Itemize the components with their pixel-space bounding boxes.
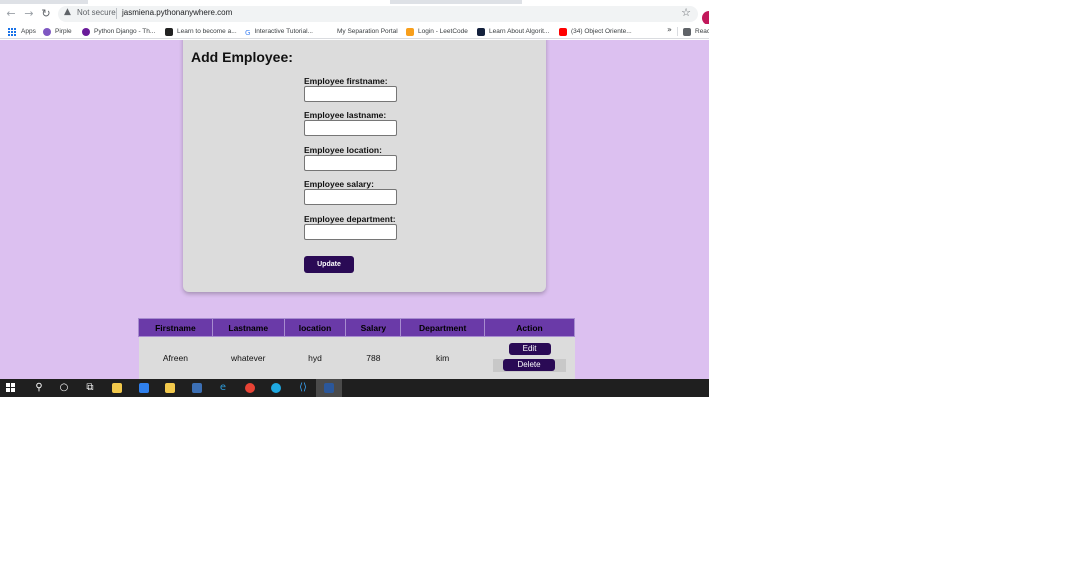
bookmark-label: Reac [695,28,709,35]
windows-start-icon[interactable] [5,382,17,394]
bookmark-freecodecamp[interactable]: Learn to become a... [165,26,237,37]
edge-icon[interactable] [270,382,282,394]
search-icon[interactable]: ⚲ [33,382,45,394]
forward-icon[interactable]: → [22,7,36,21]
google-icon: G [245,28,251,37]
location-input[interactable] [304,155,397,171]
security-label[interactable]: Not secure [77,8,116,17]
bookmark-reading-list[interactable]: Reac [683,26,709,37]
bookmark-label: Learn About Algorit... [489,28,550,35]
bookmark-label: Python Django - Th... [94,28,156,35]
cell-salary: 788 [345,336,401,379]
chrome-icon[interactable] [244,382,256,394]
cell-department: kim [400,336,485,379]
bookmark-youtube[interactable]: (34) Object Oriente... [559,26,632,37]
firstname-label: Employee firstname: [304,76,388,86]
bookmark-django[interactable]: Python Django - Th... [82,26,155,37]
screenshot-viewport: ← → ↻ ▲ Not secure jasmiena.pythonanywhe… [0,0,709,397]
bookmark-separation-portal[interactable]: My Separation Portal [325,26,398,37]
vscode-icon[interactable]: ⟨⟩ [297,382,309,394]
header-action: Action [484,318,575,337]
delete-button[interactable]: Delete [503,359,556,372]
header-location: location [283,318,347,337]
bookmark-label: Login - LeetCode [418,28,468,35]
reading-list-icon [683,27,691,36]
django-icon [82,27,90,36]
header-lastname: Lastname [211,318,285,337]
khan-icon [477,27,485,36]
bookmark-star-icon[interactable]: ☆ [681,6,691,19]
url-text[interactable]: jasmiena.pythonanywhere.com [122,8,232,17]
table-header-row: Firstname Lastname location Salary Depar… [138,318,575,337]
employee-table: Firstname Lastname location Salary Depar… [138,318,575,379]
department-label: Employee department: [304,214,396,224]
warning-icon: ▲ [64,7,71,17]
task-view-icon[interactable]: ⧉ [84,382,96,394]
cortana-icon[interactable]: ○ [58,382,70,394]
windows-taskbar: ⚲ ○ ⧉ e ⟨⟩ [0,379,709,397]
separator [116,8,117,19]
cell-location: hyd [284,336,346,379]
store-icon[interactable] [111,382,123,394]
bookmark-label: Interactive Tutorial... [254,28,313,35]
bookmark-label: My Separation Portal [337,28,398,35]
pirple-icon [43,27,51,36]
bookmark-leetcode[interactable]: Login - LeetCode [406,26,468,37]
header-department: Department [400,318,486,337]
bookmarks-bar: Apps Pirple Python Django - Th... Learn … [0,24,709,39]
delete-form: Delete [493,359,567,373]
department-input[interactable] [304,224,397,240]
salary-label: Employee salary: [304,179,374,189]
cell-action: Edit Delete [484,336,575,379]
reload-icon[interactable]: ↻ [39,7,53,21]
freecodecamp-icon [165,27,173,36]
location-label: Employee location: [304,145,382,155]
separator [677,27,678,36]
lastname-label: Employee lastname: [304,110,387,120]
word-icon[interactable] [316,379,342,397]
table-row: Afreen whatever hyd 788 kim Edit Delete [138,336,575,379]
address-bar[interactable]: ▲ Not secure jasmiena.pythonanywhere.com… [58,6,698,22]
blank-icon [325,27,333,36]
leetcode-icon [406,27,414,36]
salary-input[interactable] [304,189,397,205]
mail-icon[interactable] [138,382,150,394]
bookmark-khan[interactable]: Learn About Algorit... [477,26,549,37]
cell-lastname: whatever [212,336,285,379]
bookmark-label: Pirple [55,28,72,35]
bookmark-pirple[interactable]: Pirple [43,26,72,37]
internet-explorer-icon[interactable]: e [217,382,229,394]
profile-avatar[interactable] [702,11,709,25]
header-firstname: Firstname [138,318,213,337]
bookmark-apps[interactable]: Apps [8,26,36,37]
firstname-input[interactable] [304,86,397,102]
update-button[interactable]: Update [304,256,354,273]
page-content: Add Employee: Employee firstname: Employ… [0,40,709,379]
back-icon[interactable]: ← [4,7,18,21]
cell-firstname: Afreen [138,336,213,379]
edit-button[interactable]: Edit [508,343,551,356]
file-explorer-icon[interactable] [164,382,176,394]
form-title: Add Employee: [191,49,293,65]
add-employee-card: Add Employee: Employee firstname: Employ… [183,40,546,292]
apps-grid-icon [8,27,16,36]
bookmark-label: (34) Object Oriente... [571,28,632,35]
bookmark-label: Apps [21,28,36,35]
powershell-icon[interactable] [191,382,203,394]
youtube-icon [559,27,567,36]
bookmarks-overflow-icon[interactable]: » [667,25,672,34]
header-salary: Salary [345,318,402,337]
lastname-input[interactable] [304,120,397,136]
navigation-bar: ← → ↻ ▲ Not secure jasmiena.pythonanywhe… [0,4,709,25]
bookmark-label: Learn to become a... [177,28,237,35]
bookmark-interactive-tutorial[interactable]: G Interactive Tutorial... [245,26,313,37]
